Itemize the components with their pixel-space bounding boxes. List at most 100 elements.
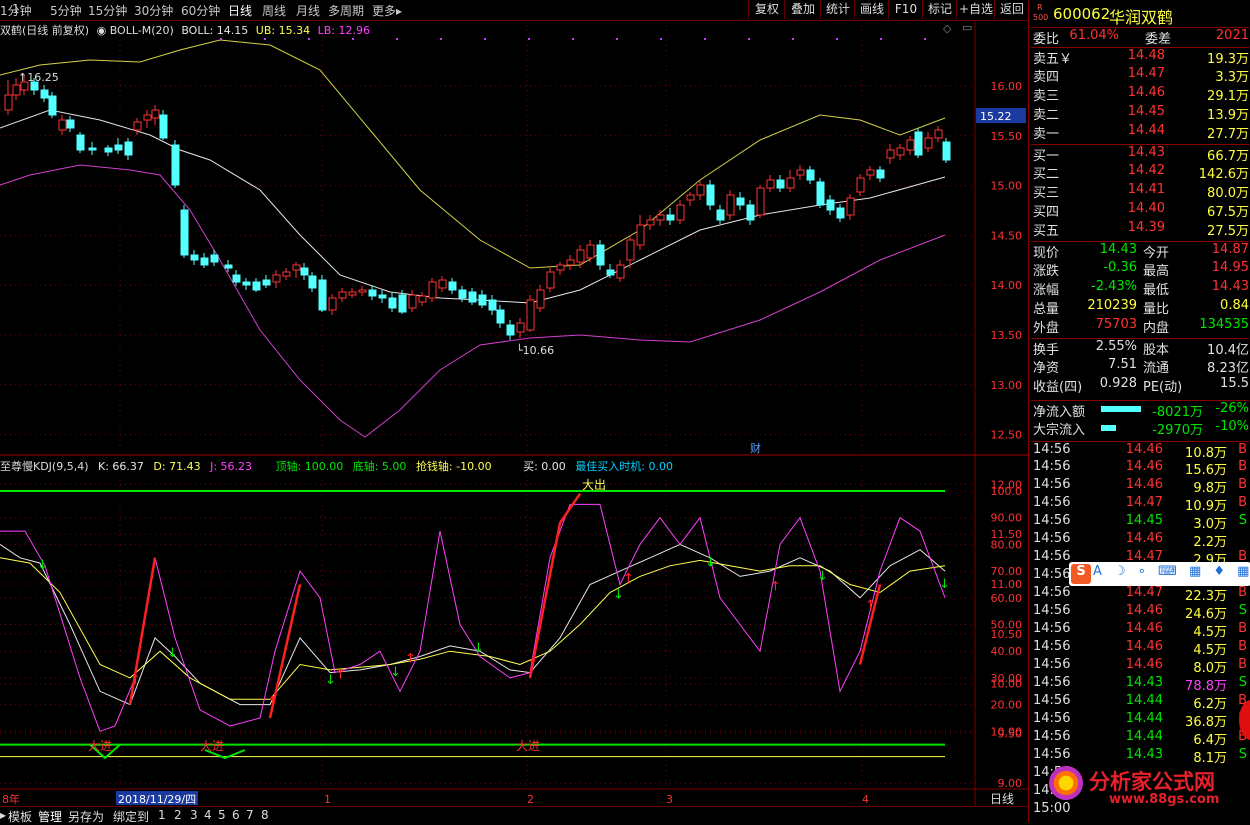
candle-body — [636, 224, 645, 246]
tick-row: 14:56 14.46 8.0万 B — [1031, 657, 1249, 676]
bid-volume: 80.0万 — [1207, 186, 1249, 201]
candle-body — [876, 169, 885, 179]
layout-5[interactable]: 5 — [218, 808, 226, 822]
flow-bar — [1101, 425, 1116, 431]
ime-tools-icon[interactable]: A ☽ ∘ ⌨ ▦ ♦ ▦ — [1093, 564, 1250, 579]
window-icon[interactable]: ▭ — [962, 21, 972, 34]
f10-button[interactable]: F10 — [888, 0, 923, 19]
tick-volume: 4.5万 — [1193, 643, 1227, 658]
tick-direction: S — [1238, 513, 1247, 528]
manage-button[interactable]: 管理 — [38, 808, 62, 825]
ime-toolbar[interactable]: SA ☽ ∘ ⌨ ▦ ♦ ▦ — [1069, 562, 1250, 586]
flow-label: 净流入额 — [1033, 405, 1086, 420]
period-day[interactable]: 日线 — [228, 2, 252, 19]
fuquan-button[interactable]: 复权 — [748, 0, 785, 19]
back-button[interactable]: 返回 — [994, 0, 1029, 19]
down-arrow-icon: ↓ — [817, 569, 828, 584]
period-60min[interactable]: 60分钟 — [181, 2, 220, 19]
chart-area[interactable]: 16.00 15.50 15.00 14.50 14.00 13.50 13.00 12.50… — [0, 20, 1028, 806]
period-week[interactable]: 周线 — [262, 2, 286, 19]
tick-time: 14:56 — [1033, 603, 1071, 618]
layout-6[interactable]: 6 — [232, 808, 240, 822]
tick-direction: S — [1238, 603, 1247, 618]
indicator-name[interactable]: BOLL-M(20) — [110, 24, 174, 37]
main-header: 双鹤(日线 前复权) ◉ BOLL-M(20) BOLL: 14.15 UB: … — [0, 22, 370, 38]
tick-time: 14:56 — [1033, 495, 1071, 510]
tick-direction: B — [1238, 459, 1247, 474]
ime-logo-icon[interactable]: S — [1071, 564, 1091, 584]
candle-body — [726, 194, 735, 216]
candle-body — [914, 131, 923, 156]
tick-price: 14.47 — [1125, 495, 1163, 510]
dropdown-icon[interactable]: ◉ — [97, 24, 107, 37]
price-tick-label: 13.00 — [991, 379, 1023, 392]
layout-8[interactable]: 8 — [261, 808, 269, 822]
period-30min[interactable]: 30分钟 — [134, 2, 173, 19]
stat-label: PE(动) — [1143, 380, 1183, 395]
template-tab[interactable]: ▸ — [0, 808, 6, 822]
tick-price: 14.43 — [1125, 747, 1163, 762]
stat-value: 0.84 — [1220, 298, 1249, 313]
stat-label: 流通 — [1143, 361, 1170, 376]
bid-price: 14.41 — [1127, 182, 1165, 197]
kdj-name[interactable]: 至尊慢KDJ(9,5,4) — [0, 460, 89, 473]
tick-price: 14.47 — [1125, 585, 1163, 600]
up-arrow-icon: ↑ — [130, 673, 141, 688]
layout-1[interactable]: 1 — [158, 808, 166, 822]
layout-2[interactable]: 2 — [174, 808, 182, 822]
diamond-icon[interactable]: ◇ — [943, 22, 951, 35]
down-arrow-icon: ↓ — [473, 641, 484, 656]
period-15min[interactable]: 15分钟 — [88, 2, 127, 19]
stat-value: -0.36 — [1103, 260, 1137, 275]
tick-volume: 8.0万 — [1193, 661, 1227, 676]
stat-value: 210239 — [1087, 298, 1137, 313]
stat-label: 现价 — [1033, 246, 1060, 261]
bid-row: 买一 14.43 66.7万 — [1031, 144, 1249, 164]
layout-7[interactable]: 7 — [246, 808, 254, 822]
date-cursor: 2018/11/29/四 — [118, 793, 196, 806]
period-month[interactable]: 月线 — [296, 2, 320, 19]
candle-body — [566, 259, 575, 266]
j-value: J: 56.23 — [210, 460, 253, 473]
high-price-label: ↑16.25 — [18, 71, 59, 84]
period-5min[interactable]: 5分钟 — [50, 2, 82, 19]
add-watch-button[interactable]: +自选 — [956, 0, 995, 19]
ask-label: 卖四 — [1033, 70, 1060, 85]
layout-4[interactable]: 4 — [204, 808, 212, 822]
draw-button[interactable]: 画线 — [854, 0, 889, 19]
kdj-j-line — [0, 503, 946, 732]
kdj-tick-label: 100.0 — [991, 485, 1023, 498]
overlay-button[interactable]: 叠加 — [784, 0, 821, 19]
candle-body — [48, 95, 57, 116]
tick-price: 14.46 — [1125, 639, 1163, 654]
flow-value: -8021万 — [1152, 405, 1203, 420]
ask-label: 卖三 — [1033, 89, 1060, 104]
layout-3[interactable]: 3 — [190, 808, 198, 822]
candle-body — [159, 114, 168, 139]
ask-label: 卖二 — [1033, 108, 1060, 123]
period-1min-b[interactable]: 1 — [12, 2, 20, 16]
tick-volume: 9.8万 — [1193, 481, 1227, 496]
stats-button[interactable]: 统计 — [820, 0, 855, 19]
bid-volume: 66.7万 — [1207, 149, 1249, 164]
bid-label: 买二 — [1033, 167, 1060, 182]
date-label: 4 — [862, 793, 869, 806]
bid-price: 14.39 — [1127, 220, 1165, 235]
template-button[interactable]: 模板 — [8, 808, 32, 825]
stock-code: 600062 — [1053, 5, 1111, 23]
down-arrow-icon: ↓ — [167, 646, 178, 661]
candle-body — [606, 269, 615, 276]
ask-row: 卖三 14.46 29.1万 — [1031, 85, 1249, 104]
down-arrow-icon: ↓ — [705, 555, 716, 570]
mark-button[interactable]: 标记 — [922, 0, 957, 19]
stat-label: 最低 — [1143, 283, 1170, 298]
save-as-button[interactable]: 另存为 — [68, 808, 104, 825]
period-multi[interactable]: 多周期 — [328, 2, 364, 19]
tick-time: 14:56 — [1033, 729, 1071, 744]
lb-value: LB: 12.96 — [317, 24, 370, 37]
tick-price: 14.45 — [1125, 513, 1163, 528]
stat-value: 8.23亿 — [1207, 361, 1249, 376]
bind-button[interactable]: 绑定到 — [113, 808, 149, 825]
period-more[interactable]: 更多▸ — [372, 2, 402, 19]
tick-volume: 36.8万 — [1185, 715, 1227, 730]
